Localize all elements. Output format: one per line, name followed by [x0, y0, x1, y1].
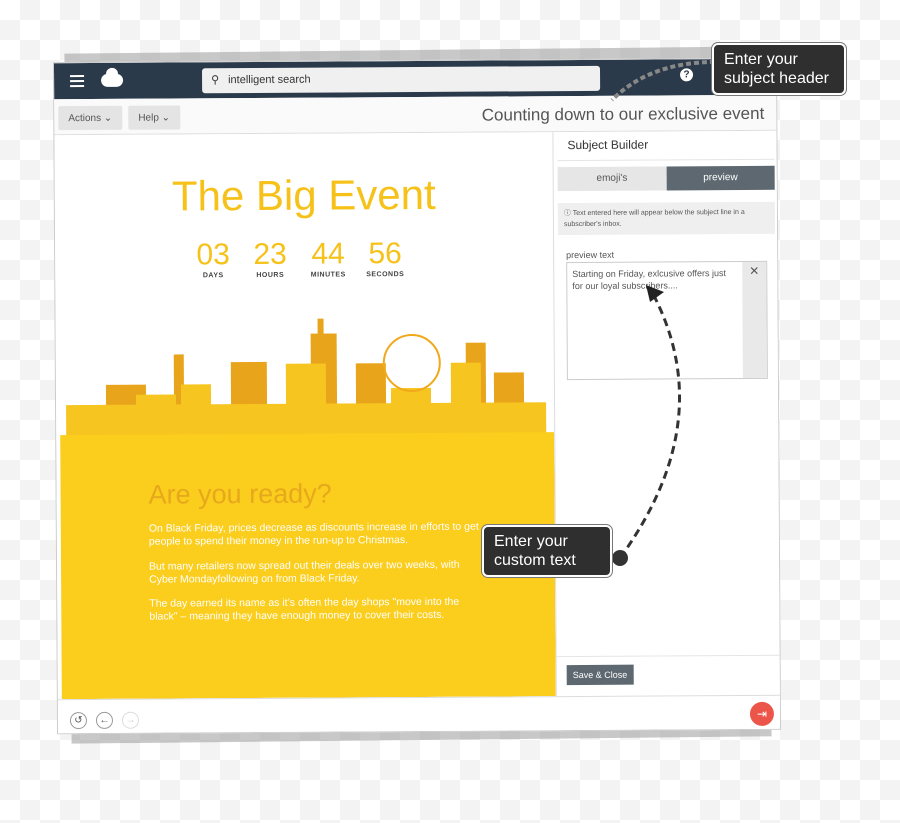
header-arrow [610, 60, 716, 102]
subject-header-callout: Enter your subject header [712, 43, 846, 95]
custom-text-arrow [618, 291, 681, 559]
arrow-origin-dot [612, 550, 628, 566]
custom-text-callout: Enter your custom text [482, 525, 612, 577]
callout-arrows [610, 60, 716, 566]
